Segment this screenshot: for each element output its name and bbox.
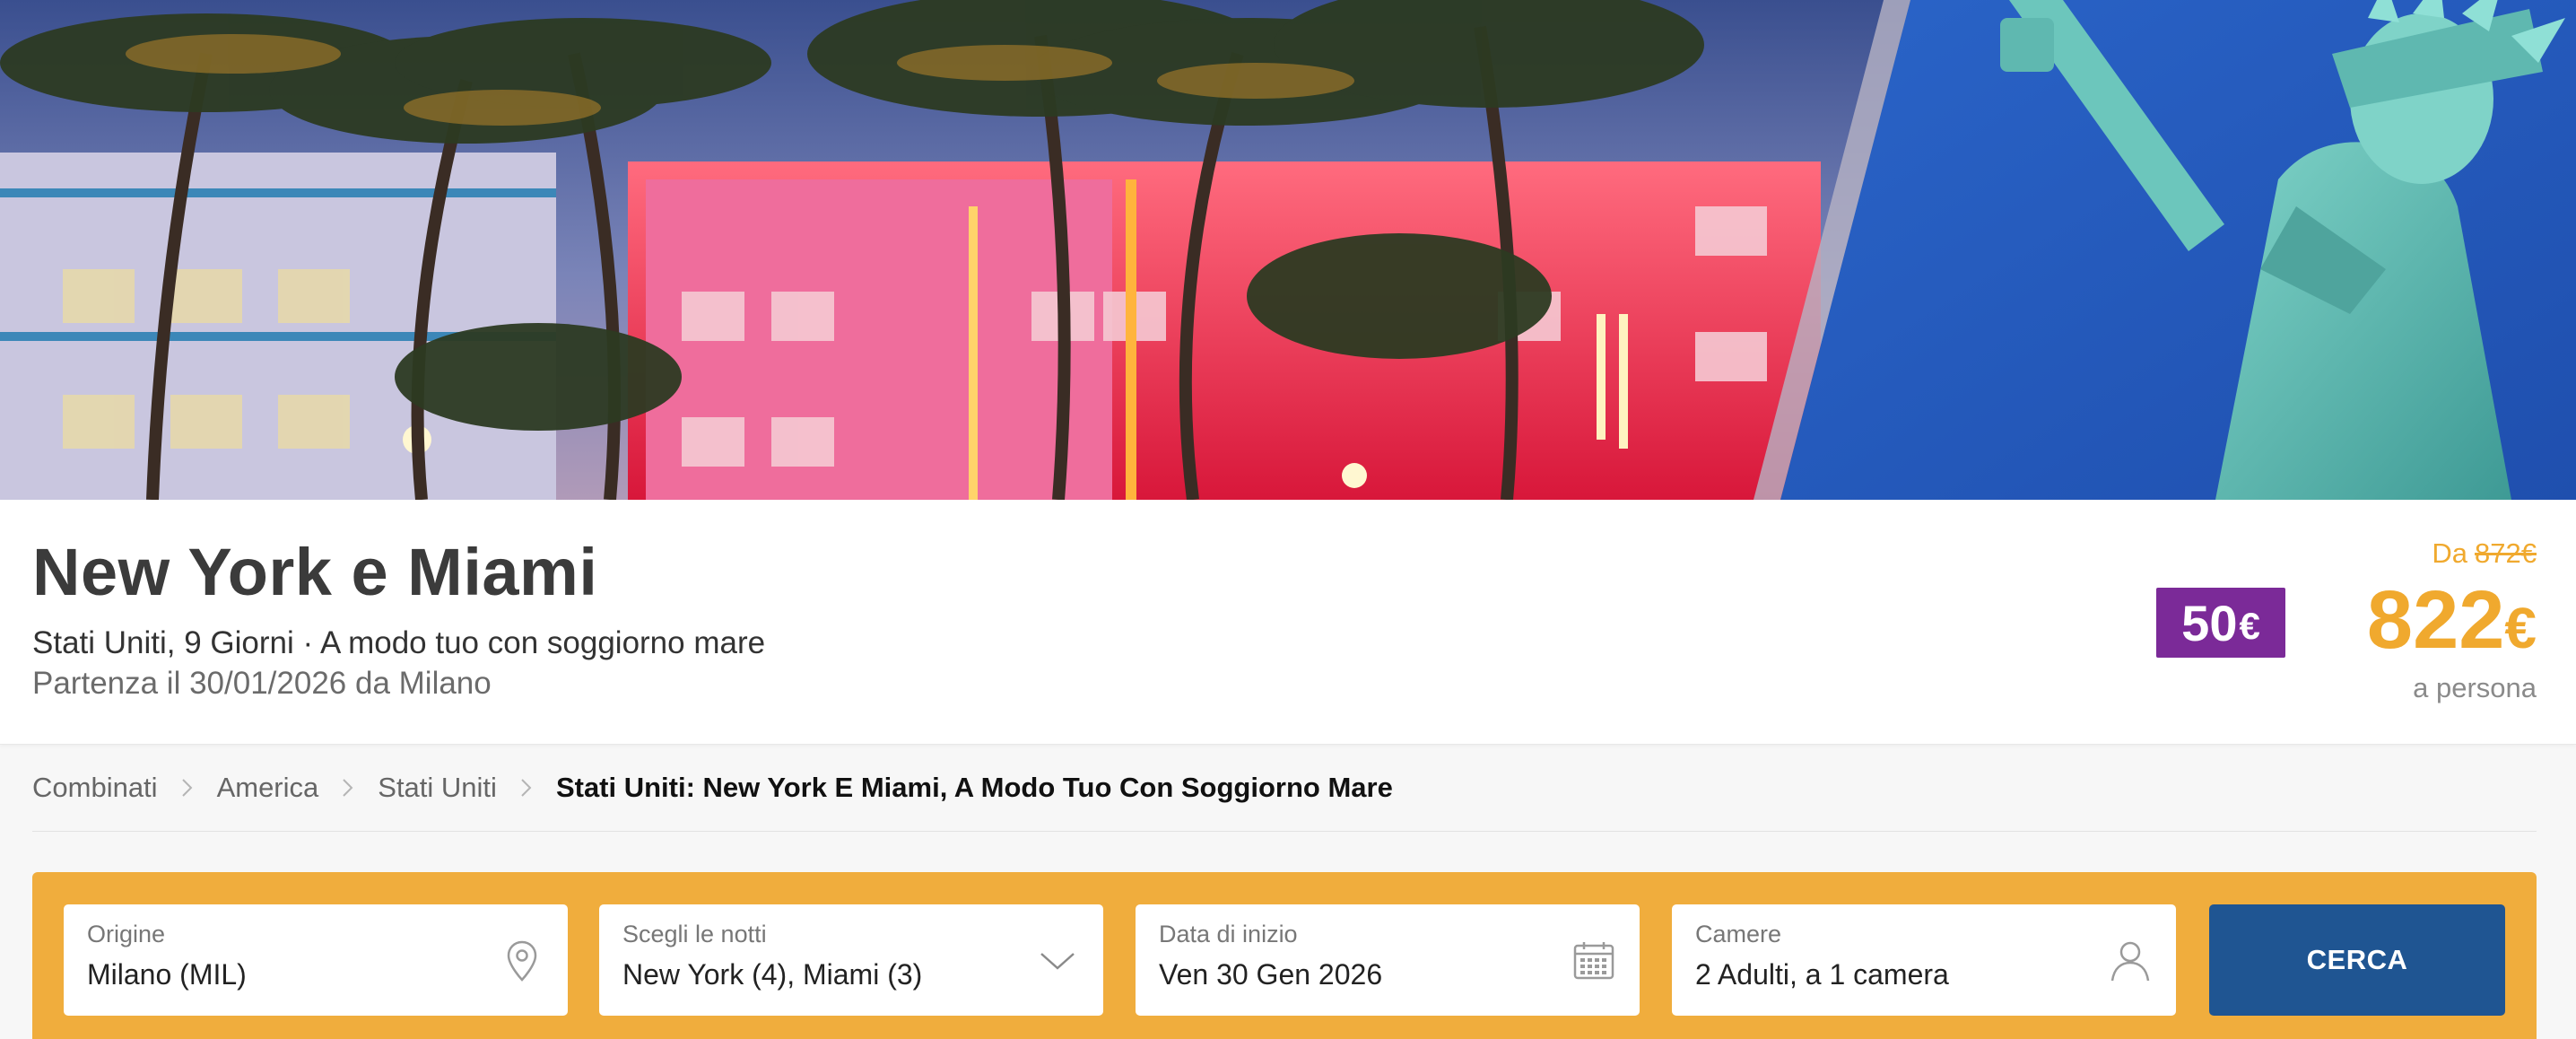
origin-field[interactable]: Origine Milano (MIL): [64, 904, 568, 1016]
chevron-right-icon: [520, 778, 533, 798]
discount-value: 50: [2181, 594, 2238, 651]
price-value: 822: [2366, 574, 2505, 666]
price-block: Da 872€ 822€ a persona: [2367, 537, 2537, 704]
trip-header-card: New York e Miami Stati Uniti, 9 Giorni ·…: [0, 500, 2576, 745]
nights-label: Scegli le notti: [622, 921, 767, 947]
location-pin-icon: [501, 939, 543, 983]
breadcrumb-current: Stati Uniti: New York E Miami, A Modo Tu…: [555, 772, 1393, 803]
search-button[interactable]: CERCA: [2209, 904, 2505, 1016]
price-from: Da 872€: [2367, 537, 2537, 570]
hero-banner: [0, 0, 2576, 500]
start-date-value: Ven 30 Gen 2026: [1159, 958, 1383, 991]
breadcrumb-item-stati-uniti[interactable]: Stati Uniti: [378, 772, 497, 804]
price-currency: €: [2504, 596, 2537, 660]
nights-select[interactable]: Scegli le notti New York (4), Miami (3): [599, 904, 1103, 1016]
trip-departure: Partenza il 30/01/2026 da Milano: [32, 666, 492, 701]
rooms-field[interactable]: Camere 2 Adulti, a 1 camera: [1672, 904, 2176, 1016]
discount-currency: €: [2239, 605, 2260, 647]
rooms-label: Camere: [1695, 921, 1782, 947]
calendar-icon: [1573, 939, 1614, 983]
rooms-value: 2 Adulti, a 1 camera: [1695, 958, 1949, 991]
breadcrumb-item-america[interactable]: America: [217, 772, 319, 804]
chevron-down-icon: [1037, 939, 1078, 983]
breadcrumb-item-combinati[interactable]: Combinati: [32, 772, 158, 804]
search-bar: Origine Milano (MIL) Scegli le notti New…: [32, 872, 2537, 1039]
hero-photo: [0, 0, 2576, 500]
nights-value: New York (4), Miami (3): [622, 958, 923, 991]
origin-value: Milano (MIL): [87, 958, 247, 991]
price-from-label: Da: [2432, 537, 2468, 569]
old-price: 872€: [2475, 537, 2537, 569]
breadcrumb: Combinati America Stati Uniti Stati Unit…: [32, 770, 1393, 806]
start-date-field[interactable]: Data di inizio Ven 30 Gen 2026: [1136, 904, 1640, 1016]
origin-label: Origine: [87, 921, 166, 947]
discount-badge: 50 €: [2156, 588, 2285, 658]
breadcrumb-divider: [32, 831, 2537, 832]
start-date-label: Data di inizio: [1159, 921, 1298, 947]
user-icon: [2110, 939, 2151, 983]
page-title: New York e Miami: [32, 535, 598, 609]
current-price: 822€: [2367, 579, 2537, 661]
chevron-right-icon: [181, 778, 194, 798]
trip-subtitle: Stati Uniti, 9 Giorni · A modo tuo con s…: [32, 625, 766, 660]
chevron-right-icon: [342, 778, 354, 798]
price-per-person: a persona: [2413, 672, 2537, 703]
